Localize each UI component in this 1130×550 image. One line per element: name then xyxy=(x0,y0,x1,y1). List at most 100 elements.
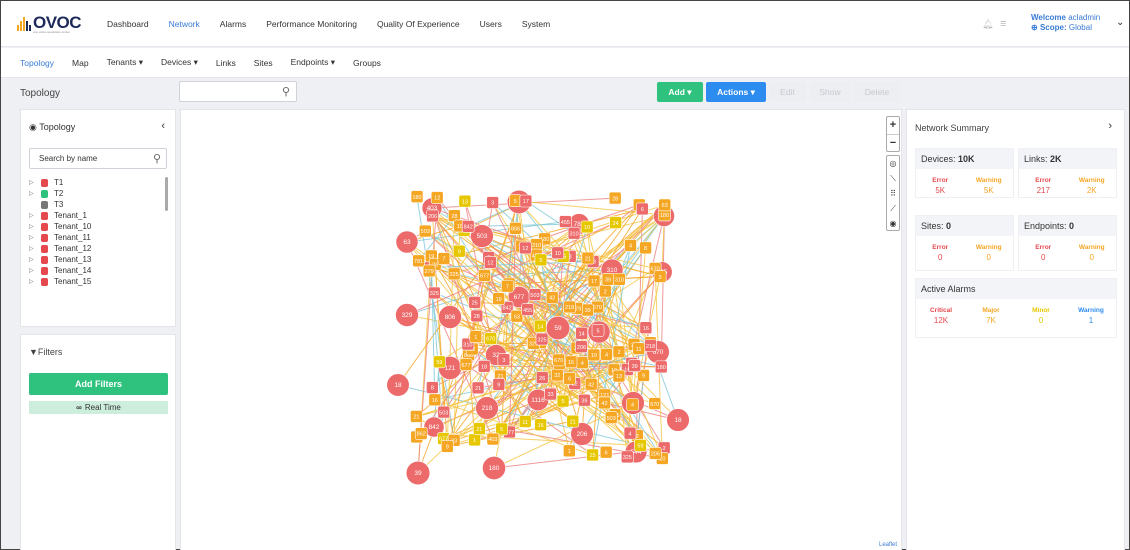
real-time-toggle[interactable]: ∞ Real Time xyxy=(29,401,168,414)
device-node[interactable]: 14 xyxy=(575,326,588,340)
tree-item[interactable]: ▷ Tenant_12 xyxy=(29,243,91,254)
collapse-right-icon[interactable]: › xyxy=(1108,120,1112,132)
device-node[interactable]: 11 xyxy=(518,415,532,428)
device-node[interactable]: 180 xyxy=(410,190,424,203)
topology-graph[interactable]: 4032794557815036367732980686267018121321… xyxy=(181,110,902,550)
device-node[interactable]: 16 xyxy=(639,321,653,335)
device-node[interactable]: 21 xyxy=(473,422,486,435)
nav-users[interactable]: Users xyxy=(480,19,502,29)
active-alarms-card[interactable]: Active Alarms Critical 12K Major 7K Minor 0… xyxy=(915,278,1117,338)
device-node[interactable]: 503 xyxy=(418,224,432,238)
expand-arrow-icon[interactable]: ▷ xyxy=(29,278,41,285)
device-node[interactable]: 21 xyxy=(566,414,580,428)
device-node[interactable]: 19 xyxy=(492,292,505,306)
site-node[interactable]: 39 xyxy=(405,460,431,486)
device-node[interactable]: 42 xyxy=(545,291,559,304)
device-node[interactable]: 218 xyxy=(644,339,657,352)
device-node[interactable]: 455 xyxy=(559,215,572,228)
device-node[interactable]: 503 xyxy=(604,411,618,424)
device-node[interactable]: 39 xyxy=(628,359,641,372)
wand-icon[interactable]: ⟋ xyxy=(887,201,899,216)
device-node[interactable]: 325 xyxy=(620,450,634,464)
device-node[interactable]: 670 xyxy=(648,397,662,410)
device-node[interactable]: 25 xyxy=(468,295,481,309)
device-node[interactable]: 16 xyxy=(534,418,547,431)
eye-icon[interactable]: ◉ xyxy=(887,216,899,231)
tree-item[interactable]: ▷ T2 xyxy=(29,188,91,199)
chevron-down-icon[interactable]: ⌄ xyxy=(1116,17,1124,28)
site-node[interactable]: 59 xyxy=(545,315,571,341)
device-node[interactable]: 842 xyxy=(461,220,475,233)
expand-arrow-icon[interactable]: ▷ xyxy=(29,256,41,263)
device-node[interactable]: 10 xyxy=(551,246,565,260)
device-node[interactable]: 12 xyxy=(484,256,497,269)
device-node[interactable]: 6 xyxy=(563,372,576,385)
add-filters-button[interactable]: Add Filters xyxy=(29,373,168,395)
device-node[interactable]: 503 xyxy=(528,288,542,301)
device-node[interactable]: 6 xyxy=(599,445,613,459)
links-card[interactable]: Links: 2K Error 217 Warning 2K xyxy=(1018,148,1117,198)
device-node[interactable]: 9 xyxy=(452,244,466,258)
device-node[interactable]: 2 xyxy=(612,345,626,359)
site-node[interactable]: 806 xyxy=(438,305,462,329)
site-node[interactable]: 18 xyxy=(386,373,410,397)
device-node[interactable]: 862 xyxy=(414,427,428,440)
device-node[interactable]: 28 xyxy=(608,191,622,205)
expand-arrow-icon[interactable]: ▷ xyxy=(29,245,41,252)
device-node[interactable]: 17 xyxy=(519,194,533,208)
nav-quality-of-experience[interactable]: Quality Of Experience xyxy=(377,19,460,29)
device-node[interactable]: 5 xyxy=(534,253,548,267)
device-node[interactable]: 15 xyxy=(586,448,599,462)
nav-alarms[interactable]: Alarms xyxy=(220,19,246,29)
nav-dashboard[interactable]: Dashboard xyxy=(107,19,149,29)
device-node[interactable]: 59 xyxy=(433,355,446,369)
device-node[interactable]: 218 xyxy=(563,300,576,314)
device-node[interactable]: 28 xyxy=(470,309,484,323)
device-node[interactable]: 206 xyxy=(426,209,439,223)
device-node[interactable]: 180 xyxy=(654,360,668,374)
device-node[interactable]: 9 xyxy=(441,440,454,453)
subnav-map[interactable]: Map xyxy=(72,58,89,68)
subnav-tenants[interactable]: Tenants ▾ xyxy=(107,57,143,68)
device-node[interactable]: 18 xyxy=(477,360,491,373)
delete-button[interactable]: Delete xyxy=(854,82,900,102)
endpoints-card[interactable]: Endpoints: 0 Error 0 Warning 0 xyxy=(1018,215,1117,271)
nav-performance-monitoring[interactable]: Performance Monitoring xyxy=(266,19,357,29)
device-node[interactable]: 325 xyxy=(428,286,441,300)
device-node[interactable]: 63 xyxy=(510,309,524,323)
tree-search-input[interactable]: Search by name ⚲ xyxy=(29,148,167,169)
device-node[interactable]: 12 xyxy=(430,191,444,204)
expand-arrow-icon[interactable]: ▷ xyxy=(29,190,41,197)
tree-scrollbar[interactable] xyxy=(165,177,168,211)
device-node[interactable]: 21 xyxy=(581,251,595,265)
tree-item[interactable]: ▷ Tenant_13 xyxy=(29,254,91,265)
device-node[interactable]: 677 xyxy=(459,358,473,371)
search-icon[interactable]: ⚲ xyxy=(282,85,290,98)
subnav-endpoints[interactable]: Endpoints ▾ xyxy=(291,57,335,68)
device-node[interactable]: 10 xyxy=(580,220,594,234)
site-node[interactable]: 180 xyxy=(482,456,506,480)
subnav-topology[interactable]: Topology xyxy=(20,58,54,68)
device-node[interactable]: 11 xyxy=(632,342,646,355)
device-node[interactable]: 5 xyxy=(556,394,570,408)
device-node[interactable]: 16 xyxy=(564,355,578,369)
tree-item[interactable]: ▷ Tenant_10 xyxy=(29,221,91,232)
device-node[interactable]: 21 xyxy=(410,410,423,423)
device-node[interactable]: 33 xyxy=(544,387,557,401)
expand-arrow-icon[interactable]: ▷ xyxy=(29,212,41,219)
collapse-left-icon[interactable]: ‹ xyxy=(161,120,165,132)
device-node[interactable]: 1 xyxy=(468,433,481,447)
device-node[interactable]: 206 xyxy=(575,340,588,353)
device-node[interactable]: 16 xyxy=(428,393,442,407)
device-node[interactable]: 13 xyxy=(458,194,472,208)
line-icon[interactable]: ⟍ xyxy=(887,171,899,186)
device-node[interactable]: 310 xyxy=(613,272,626,286)
site-node[interactable]: 18 xyxy=(666,408,690,432)
expand-arrow-icon[interactable]: ▷ xyxy=(29,223,41,230)
device-node[interactable]: 4 xyxy=(624,239,637,252)
device-node[interactable]: 6 xyxy=(636,202,649,216)
device-node[interactable]: 3 xyxy=(486,196,499,209)
device-node[interactable]: 14 xyxy=(533,319,547,333)
add-button[interactable]: Add ▾ xyxy=(657,82,703,102)
device-node[interactable]: 670 xyxy=(484,332,498,345)
